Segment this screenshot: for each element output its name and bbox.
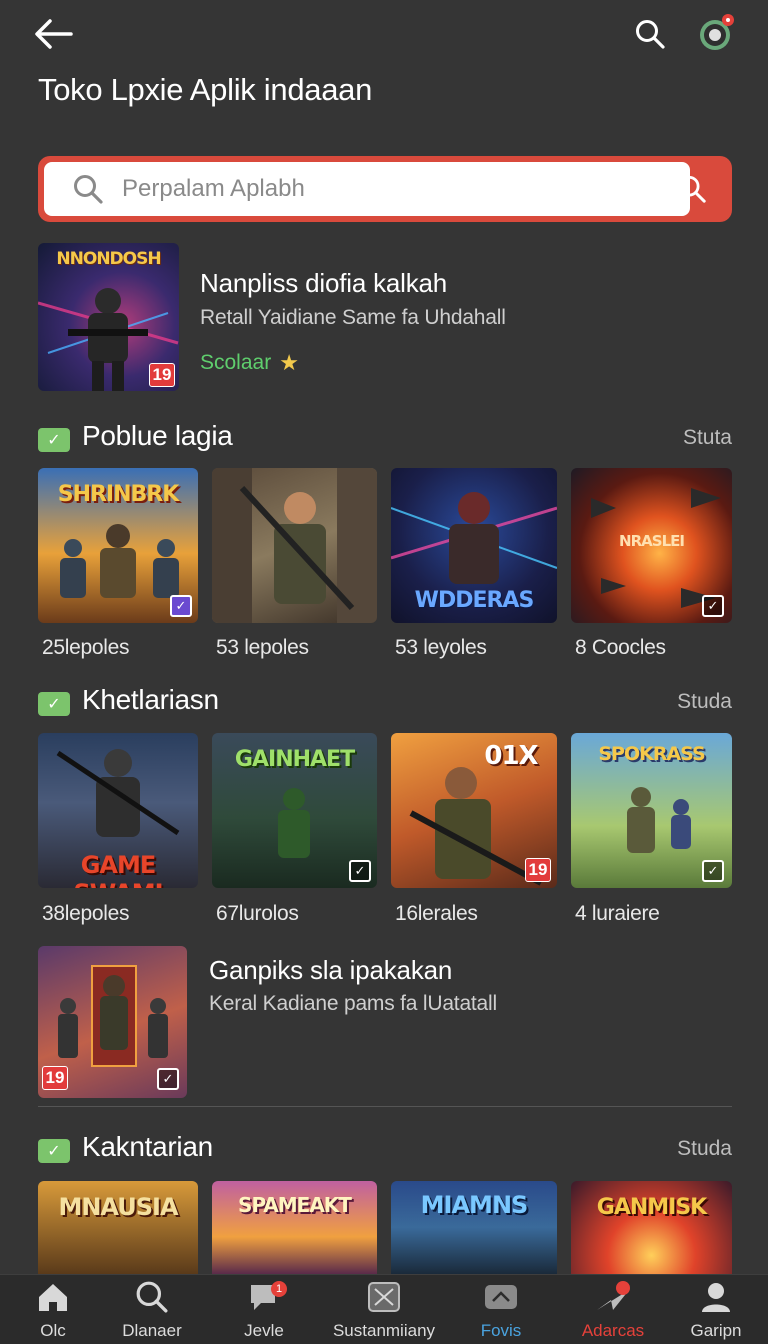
nav-label: Olc (40, 1321, 66, 1340)
chat-icon: 1 (247, 1275, 287, 1319)
nav-label: Adarcas (581, 1321, 645, 1340)
search-icon (135, 1275, 169, 1319)
check-icon: ✓ (38, 428, 70, 452)
game-card-thumbnail[interactable]: NRASLEI ✓ (571, 468, 732, 623)
nav-label: Fovis (480, 1321, 522, 1340)
check-icon: ✓ (349, 860, 371, 882)
featured-game-title[interactable]: Nanpliss diofia kalkah (200, 268, 447, 299)
profile-icon (699, 1275, 733, 1319)
nav-item-chat[interactable]: 1 Jevle (228, 1275, 300, 1344)
nav-label: Dlanaer (122, 1321, 182, 1340)
game-card-caption: 16lerales (395, 902, 478, 925)
search-icon (636, 20, 665, 49)
featured-game-thumbnail-2[interactable]: 19 ✓ (38, 946, 187, 1098)
section-header-popular: ✓ Poblue lagia Stuta (38, 420, 732, 460)
game-art-title: SPAMEAKT (238, 1193, 352, 1217)
bottom-navigation: Olc Dlanaer 1 Jevle Sustanmiiany Fovis A… (0, 1274, 768, 1344)
search-field-wrap (44, 162, 690, 216)
section-see-all-link[interactable]: Studa (677, 690, 732, 714)
game-art-title: GAME SWAMI (73, 851, 163, 888)
section-see-all-link[interactable]: Studa (677, 1137, 732, 1161)
nav-item-subscriptions[interactable]: Sustanmiiany (325, 1275, 443, 1344)
game-card-thumbnail[interactable]: MNAUSIA (38, 1181, 198, 1274)
featured-game-subtitle: Keral Kadiane pams fa lUatatall (209, 992, 497, 1015)
featured-game-title[interactable]: Ganpiks sla ipakakan (209, 955, 452, 986)
check-icon: ✓ (38, 692, 70, 716)
back-arrow-icon (35, 19, 73, 49)
game-card-caption: 38lepoles (42, 902, 130, 925)
search-submit-button[interactable] (652, 156, 732, 222)
game-card-thumbnail[interactable]: GAINHAET ✓ (212, 733, 377, 888)
star-icon: ★ (279, 350, 299, 375)
game-card-caption: 8 Coocles (575, 636, 666, 659)
game-card-thumbnail[interactable]: SPOKRASS ✓ (571, 733, 732, 888)
nav-label: Garipn (690, 1321, 742, 1340)
box-icon (366, 1275, 402, 1319)
game-art-title: GANMISK (596, 1195, 707, 1220)
check-icon: ✓ (157, 1068, 179, 1090)
age-rating-badge: 19 (525, 858, 551, 882)
check-icon: ✓ (702, 595, 724, 617)
search-icon (678, 175, 706, 203)
check-icon: ✓ (38, 1139, 70, 1163)
nav-item-folders[interactable]: Fovis (466, 1275, 536, 1344)
nav-item-home[interactable]: Olc (18, 1275, 88, 1344)
nav-label: Sustanmiiany (332, 1321, 436, 1340)
featured-game-rating: Scolaar ★ (200, 350, 299, 376)
section-title: Kakntarian (82, 1131, 213, 1162)
soldier-figure (212, 468, 377, 623)
game-art-title: WDDERAS (414, 588, 535, 613)
check-icon: ✓ (702, 860, 724, 882)
game-card-thumbnail[interactable]: MIAMNS (391, 1181, 557, 1274)
game-card-thumbnail[interactable]: GANMISK (571, 1181, 732, 1274)
featured-game-subtitle: Retall Yaidiane Same fa Uhdahall (200, 306, 506, 329)
header-search-button[interactable] (630, 12, 670, 56)
section-see-all-link[interactable]: Stuta (683, 426, 732, 450)
game-art-title: MNAUSIA (58, 1193, 178, 1221)
search-bar (38, 156, 732, 222)
section-title: Poblue lagia (82, 420, 233, 451)
nav-item-profile[interactable]: Garipn (680, 1275, 752, 1344)
page-title: Toko Lpxie Aplik indaaan (38, 72, 373, 107)
check-icon: ✓ (170, 595, 192, 617)
featured-game-thumbnail[interactable]: NNONDOSH 19 (38, 243, 179, 391)
game-card-thumbnail[interactable] (212, 468, 377, 623)
nav-label: Jevle (244, 1321, 284, 1340)
game-card-thumbnail[interactable]: WDDERAS (391, 468, 557, 623)
avatar[interactable] (694, 12, 738, 56)
notification-badge: 1 (271, 1281, 287, 1297)
search-icon (68, 169, 108, 209)
section-header-category-2: ✓ Kakntarian Studa (38, 1131, 732, 1171)
section-title: Khetlariasn (82, 684, 219, 715)
plane-icon (595, 1275, 631, 1319)
game-card-thumbnail[interactable]: SPAMEAKT (212, 1181, 377, 1274)
nav-item-adarcas[interactable]: Adarcas (572, 1275, 654, 1344)
folder-icon (483, 1275, 519, 1319)
game-card-caption: 4 luraiere (575, 902, 660, 925)
back-button[interactable] (30, 14, 76, 54)
game-card-caption: 25lepoles (42, 636, 130, 659)
rating-label: Scolaar (200, 351, 272, 374)
game-card-caption: 67lurolos (216, 902, 299, 925)
age-rating-badge: 19 (42, 1066, 68, 1090)
game-card-thumbnail[interactable]: 01X 19 (391, 733, 557, 888)
search-input[interactable] (122, 175, 642, 203)
avatar-icon (700, 14, 734, 50)
divider (38, 1106, 732, 1107)
game-card-caption: 53 lepoles (216, 636, 309, 659)
age-rating-badge: 19 (149, 363, 175, 387)
game-card-caption: 53 leyoles (395, 636, 487, 659)
game-card-thumbnail[interactable]: GAME SWAMI (38, 733, 198, 888)
top-bar (0, 0, 768, 70)
game-art-title: MIAMNS (420, 1191, 529, 1219)
game-card-thumbnail[interactable]: SHRINBRK ✓ (38, 468, 198, 623)
home-icon (36, 1275, 70, 1319)
nav-item-explore[interactable]: Dlanaer (112, 1275, 192, 1344)
section-header-category: ✓ Khetlariasn Studa (38, 684, 732, 724)
